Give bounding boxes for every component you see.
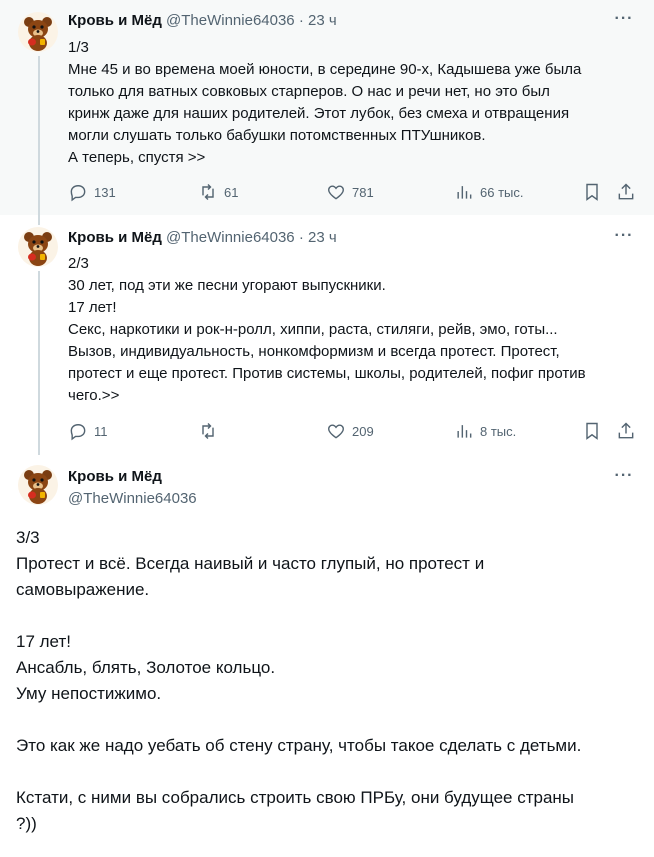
text-line: Вызов, индивидуальность, нонкомформизм и…: [68, 343, 560, 360]
tweet-text: 1/3 Мне 45 и во времена моей юности, в с…: [68, 37, 634, 169]
author-handle[interactable]: @TheWinnie64036: [166, 229, 295, 246]
thread-line: [38, 56, 40, 215]
text-line: ?)): [16, 814, 37, 833]
reply-count: 11: [94, 423, 108, 439]
avatar[interactable]: [18, 227, 58, 267]
text-line: Секс, наркотики и рок-н-ролл, хиппи, рас…: [68, 321, 558, 338]
text-line: чего.>>: [68, 387, 120, 404]
more-options-icon[interactable]: ···: [614, 468, 634, 489]
tweet-3[interactable]: Кровь и Мёд @TheWinnie64036 ··· 3/3 Прот…: [0, 455, 654, 857]
bookmark-button[interactable]: [582, 420, 602, 442]
text-line: 17 лет!: [68, 299, 117, 316]
text-line: протест и еще протест. Против системы, ш…: [68, 365, 586, 382]
author-handle[interactable]: @TheWinnie64036: [68, 489, 197, 509]
text-line: 2/3: [68, 255, 89, 272]
retweet-icon: [202, 422, 214, 440]
text-line: Это как же надо уебать об стену страну, …: [16, 736, 582, 755]
text-line: могли слушать только бабушки потомственн…: [68, 127, 486, 144]
action-bar: 11 209 8 тыс.: [68, 420, 638, 442]
text-line: 30 лет, под эти же песни угорают выпускн…: [68, 277, 386, 294]
author-name[interactable]: Кровь и Мёд: [68, 12, 162, 29]
share-icon: [618, 422, 634, 439]
share-icon: [618, 183, 634, 200]
like-icon: [328, 185, 344, 200]
views-icon: [457, 186, 472, 199]
tweet-header: Кровь и Мёд @TheWinnie64036: [68, 467, 197, 509]
tweet-time[interactable]: · 23 ч: [299, 12, 337, 29]
reply-button[interactable]: 11: [68, 420, 108, 442]
author-handle[interactable]: @TheWinnie64036: [166, 12, 295, 29]
text-line: Протест и всё. Всегда наивый и часто глу…: [16, 554, 485, 573]
bookmark-icon: [586, 422, 598, 440]
text-line: самовыражение.: [16, 580, 150, 599]
text-line: 3/3: [16, 528, 40, 547]
tweet-text: 2/3 30 лет, под эти же песни угорают вып…: [68, 253, 634, 407]
more-options-icon[interactable]: ···: [614, 228, 634, 249]
retweet-icon: [202, 183, 214, 201]
like-button[interactable]: 781: [326, 181, 374, 203]
retweet-count: 61: [224, 184, 239, 200]
reply-button[interactable]: 131: [68, 181, 116, 203]
bear-avatar-icon: [18, 227, 58, 267]
retweet-button[interactable]: [198, 420, 224, 442]
views-count: 66 тыс.: [480, 184, 524, 200]
bear-avatar-icon: [18, 12, 58, 52]
bookmark-button[interactable]: [582, 181, 602, 203]
like-icon: [328, 424, 344, 439]
text-line: [16, 707, 636, 733]
more-options-icon[interactable]: ···: [614, 11, 634, 32]
author-name[interactable]: Кровь и Мёд: [68, 229, 162, 246]
tweet-2[interactable]: Кровь и Мёд @TheWinnie64036 · 23 ч ··· 2…: [0, 215, 654, 455]
text-line: Уму непостижимо.: [16, 684, 162, 703]
like-button[interactable]: 209: [326, 420, 374, 442]
text-line: 1/3: [68, 39, 89, 56]
tweet-header: Кровь и Мёд @TheWinnie64036 · 23 ч: [68, 11, 337, 31]
thread-line: [38, 215, 40, 225]
retweet-button[interactable]: 61: [198, 181, 238, 203]
bear-avatar-icon: [18, 465, 58, 505]
views-count: 8 тыс.: [480, 423, 517, 439]
avatar[interactable]: [18, 465, 58, 505]
like-count: 781: [352, 184, 374, 200]
tweet-text: 3/3 Протест и всё. Всегда наивый и часто…: [16, 525, 636, 837]
tweet-header: Кровь и Мёд @TheWinnie64036 · 23 ч: [68, 228, 337, 248]
text-line: Мне 45 и во времена моей юности, в серед…: [68, 61, 582, 78]
text-line: [16, 603, 636, 629]
text-line: только для ватных совковых старперов. О …: [68, 83, 550, 100]
share-button[interactable]: [616, 181, 636, 203]
text-line: А теперь, спустя >>: [68, 149, 206, 166]
reply-icon: [70, 185, 86, 202]
tweet-time[interactable]: · 23 ч: [299, 229, 337, 246]
tweet-1[interactable]: Кровь и Мёд @TheWinnie64036 · 23 ч ··· 1…: [0, 0, 654, 215]
text-line: 17 лет!: [16, 632, 71, 651]
views-icon: [457, 425, 472, 438]
share-button[interactable]: [616, 420, 636, 442]
views-button[interactable]: 66 тыс.: [454, 181, 523, 203]
reply-icon: [70, 424, 86, 441]
thread-line: [38, 271, 40, 455]
views-button[interactable]: 8 тыс.: [454, 420, 516, 442]
text-line: [16, 759, 636, 785]
author-name[interactable]: Кровь и Мёд: [68, 467, 197, 487]
text-line: Кстати, с ними вы собрались строить свою…: [16, 788, 575, 807]
avatar[interactable]: [18, 12, 58, 52]
bookmark-icon: [586, 183, 598, 201]
like-count: 209: [352, 423, 374, 439]
action-bar: 131 61 781 66 тыс.: [68, 181, 638, 203]
text-line: кринж даже для наших родителей. Этот луб…: [68, 105, 570, 122]
text-line: Ансабль, блять, Золотое кольцо.: [16, 658, 276, 677]
reply-count: 131: [94, 184, 116, 200]
